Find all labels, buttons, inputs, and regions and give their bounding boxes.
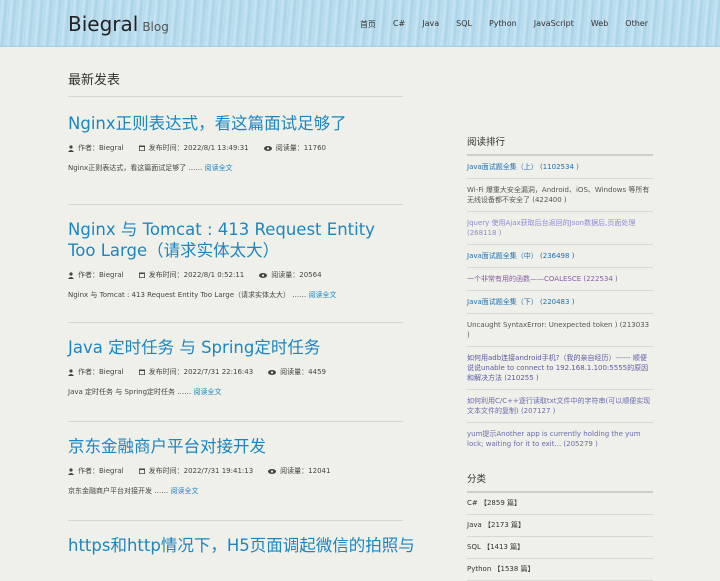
eye-icon: [268, 369, 277, 375]
post-views: 阅读量：11760: [275, 144, 326, 152]
user-icon: [68, 467, 74, 475]
ranking-item[interactable]: Java面试题全集（上） (1102534 ): [467, 156, 653, 179]
post-meta: 作者：Biegral 发布时间：2022/7/31 19:41:13 阅读量：1…: [68, 466, 403, 476]
post-item: https和http情况下，H5页面调起微信的拍照与: [68, 521, 415, 556]
ranking-item[interactable]: Uncaught SyntaxError: Unexpected token )…: [467, 314, 653, 347]
post-author: 作者：Biegral: [78, 144, 124, 152]
user-icon: [68, 271, 74, 279]
post-excerpt: Nginx 与 Tomcat : 413 Request Entity Too …: [68, 291, 337, 299]
nav-item-python[interactable]: Python: [489, 19, 517, 30]
eye-icon: [263, 145, 272, 151]
site-name[interactable]: Biegral: [68, 12, 138, 36]
nav-item-home[interactable]: 首页: [360, 19, 376, 30]
post-meta: 作者：Biegral 发布时间：2022/8/1 13:49:31 阅读量：11…: [68, 143, 403, 153]
top-nav: 首页 C# Java SQL Python JavaScript Web Oth…: [360, 19, 648, 30]
sidebar: 阅读排行 Java面试题全集（上） (1102534 ) Wi-Fi 爆重大安全…: [467, 134, 653, 581]
post-views: 阅读量：4459: [280, 368, 326, 376]
eye-icon: [259, 272, 268, 278]
category-item-sql[interactable]: SQL 【1413 篇】: [467, 537, 653, 559]
calendar-icon: [138, 145, 145, 151]
post-author: 作者：Biegral: [78, 271, 124, 279]
post-time: 发布时间：2022/8/1 13:49:31: [148, 144, 249, 152]
ranking-item[interactable]: Java面试题全集（下） (220483 ): [467, 291, 653, 314]
site-subtitle: Blog: [142, 20, 169, 34]
ranking-item[interactable]: Wi-Fi 爆重大安全漏洞，Android、iOS、Windows 等所有无线设…: [467, 179, 653, 212]
post-item: Nginx正则表达式，看这篇面试足够了 作者：Biegral 发布时间：2022…: [68, 97, 403, 205]
calendar-icon: [138, 369, 145, 375]
ranking-item[interactable]: Jquery 使用Ajax获取后台返回的Json数据后,页面处理 (268118…: [467, 212, 653, 245]
nav-item-other[interactable]: Other: [625, 19, 648, 30]
ranking-item[interactable]: 如何用adb连接android手机?（我的亲自经历）------ 顺便说说una…: [467, 347, 653, 390]
post-meta: 作者：Biegral 发布时间：2022/8/1 0:52:11 阅读量：205…: [68, 270, 403, 280]
post-title[interactable]: Nginx正则表达式，看这篇面试足够了: [68, 113, 403, 134]
post-excerpt: Java 定时任务 与 Spring定时任务 …… 阅读全文: [68, 388, 222, 396]
nav-item-csharp[interactable]: C#: [393, 19, 405, 30]
category-item-python[interactable]: Python 【1538 篇】: [467, 559, 653, 581]
ranking-item[interactable]: yum提示Another app is currently holding th…: [467, 423, 653, 455]
post-time: 发布时间：2022/7/31 22:16:43: [148, 368, 254, 376]
post-views: 阅读量：20564: [271, 271, 322, 279]
post-excerpt: 京东金融商户平台对接开发 …… 阅读全文: [68, 487, 199, 495]
category-title: 分类: [467, 471, 653, 493]
post-views: 阅读量：12041: [280, 467, 331, 475]
post-title[interactable]: 京东金融商户平台对接开发: [68, 436, 403, 457]
user-icon: [68, 368, 74, 376]
site-header: Biegral Blog 首页 C# Java SQL Python JavaSc…: [0, 0, 720, 47]
category-item-java[interactable]: Java 【2173 篇】: [467, 515, 653, 537]
read-more-link[interactable]: 阅读全文: [194, 388, 222, 396]
post-meta: 作者：Biegral 发布时间：2022/7/31 22:16:43 阅读量：4…: [68, 367, 403, 377]
post-list: 最新发表 Nginx正则表达式，看这篇面试足够了 作者：Biegral 发布时间…: [68, 62, 415, 556]
ranking-item[interactable]: Java面试题全集（中） (236498 ): [467, 245, 653, 268]
calendar-icon: [138, 272, 145, 278]
post-item: 京东金融商户平台对接开发 作者：Biegral 发布时间：2022/7/31 1…: [68, 422, 403, 521]
nav-item-sql[interactable]: SQL: [456, 19, 472, 30]
eye-icon: [268, 468, 277, 474]
post-author: 作者：Biegral: [78, 467, 124, 475]
ranking-title: 阅读排行: [467, 134, 653, 156]
nav-item-java[interactable]: Java: [422, 19, 439, 30]
read-more-link[interactable]: 阅读全文: [170, 487, 198, 495]
nav-item-javascript[interactable]: JavaScript: [534, 19, 574, 30]
calendar-icon: [138, 468, 145, 474]
ranking-item[interactable]: 一个非常有用的函数——COALESCE (222534 ): [467, 268, 653, 291]
post-time: 发布时间：2022/7/31 19:41:13: [148, 467, 254, 475]
post-author: 作者：Biegral: [78, 368, 124, 376]
post-title[interactable]: Java 定时任务 与 Spring定时任务: [68, 337, 403, 358]
post-item: Nginx 与 Tomcat : 413 Request Entity Too …: [68, 205, 403, 323]
post-title[interactable]: https和http情况下，H5页面调起微信的拍照与: [68, 535, 415, 556]
user-icon: [68, 144, 74, 152]
category-item-csharp[interactable]: C# 【2859 篇】: [467, 493, 653, 515]
post-excerpt: Nginx正则表达式，看这篇面试足够了 …… 阅读全文: [68, 164, 233, 172]
read-more-link[interactable]: 阅读全文: [205, 164, 233, 172]
post-time: 发布时间：2022/8/1 0:52:11: [148, 271, 245, 279]
section-title: 最新发表: [68, 62, 403, 97]
site-brand[interactable]: Biegral Blog: [68, 12, 169, 36]
ranking-item[interactable]: 如何利用C/C++逐行读取txt文件中的字符串(可以顺便实现文本文件的复制) (…: [467, 390, 653, 423]
read-more-link[interactable]: 阅读全文: [308, 291, 336, 299]
post-title[interactable]: Nginx 与 Tomcat : 413 Request Entity Too …: [68, 219, 403, 261]
nav-item-web[interactable]: Web: [591, 19, 608, 30]
post-item: Java 定时任务 与 Spring定时任务 作者：Biegral 发布时间：2…: [68, 323, 403, 422]
